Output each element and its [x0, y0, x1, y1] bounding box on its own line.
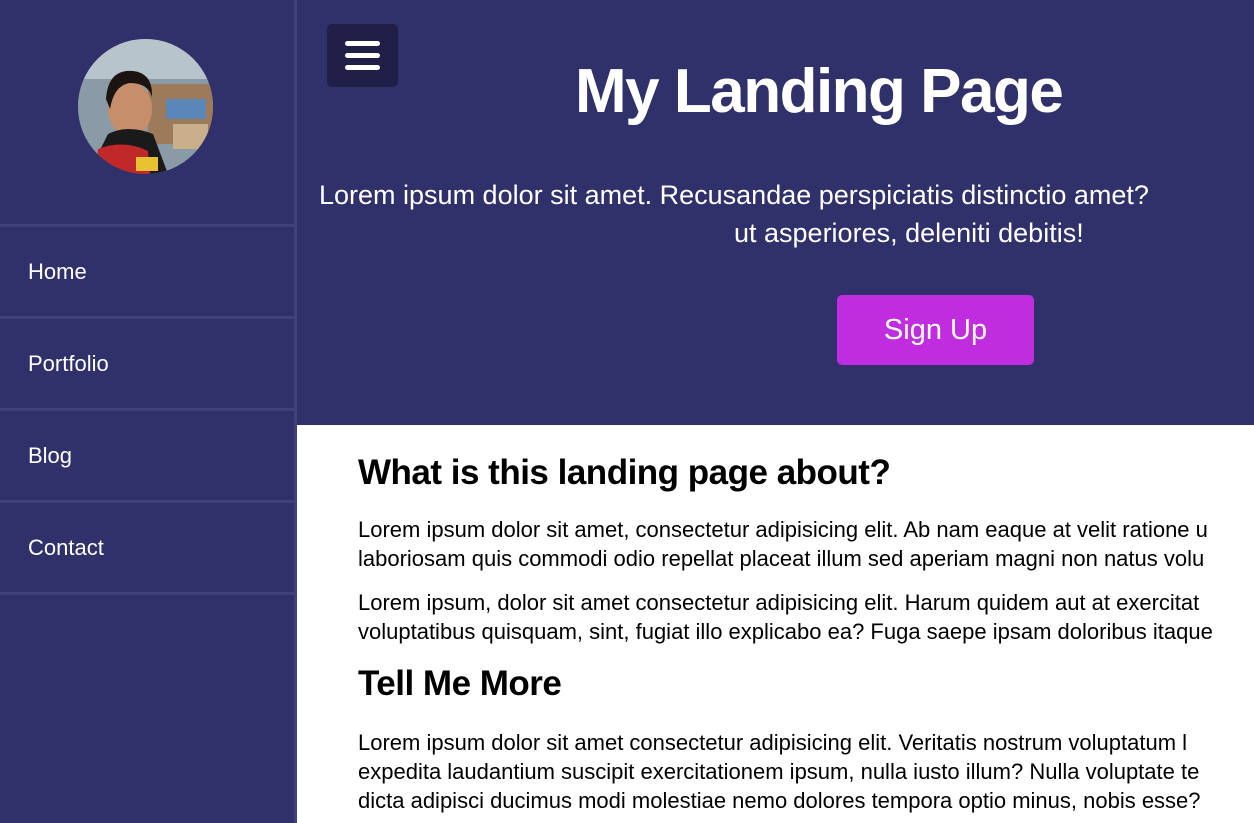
hero-text: Lorem ipsum dolor sit amet. Recusandae p… [319, 176, 1254, 252]
hero: My Landing Page Lorem ipsum dolor sit am… [297, 0, 1254, 425]
hamburger-menu-icon [345, 41, 380, 46]
sidebar-item-portfolio[interactable]: Portfolio [0, 316, 294, 408]
hamburger-menu-icon-bar [345, 65, 380, 70]
sign-up-button[interactable]: Sign Up [837, 295, 1034, 365]
sidebar: Home Portfolio Blog Contact [0, 0, 297, 823]
paragraph-line: Lorem ipsum dolor sit amet consectetur a… [358, 730, 1188, 755]
section-heading-about: What is this landing page about? [358, 453, 891, 492]
avatar-photo [78, 39, 213, 174]
hero-text-line2: ut asperiores, deleniti debitis! [734, 218, 1084, 248]
hero-text-line1: Lorem ipsum dolor sit amet. Recusandae p… [319, 180, 1149, 210]
avatar [78, 39, 213, 174]
paragraph-3: Lorem ipsum dolor sit amet consectetur a… [358, 728, 1201, 815]
sidebar-item-contact[interactable]: Contact [0, 500, 294, 595]
sidebar-item-blog[interactable]: Blog [0, 408, 294, 500]
paragraph-line: Lorem ipsum, dolor sit amet consectetur … [358, 590, 1200, 615]
paragraph-line: voluptatibus quisquam, sint, fugiat illo… [358, 619, 1213, 644]
paragraph-line: laboriosam quis commodi odio repellat pl… [358, 546, 1205, 571]
hamburger-menu-icon-bar [345, 53, 380, 58]
menu-button[interactable] [327, 24, 398, 87]
sidebar-item-home[interactable]: Home [0, 224, 294, 316]
paragraph-line: expedita laudantium suscipit exercitatio… [358, 759, 1200, 784]
section-heading-more: Tell Me More [358, 664, 562, 703]
sidebar-item-label: Home [28, 258, 87, 284]
paragraph-line: Lorem ipsum dolor sit amet, consectetur … [358, 517, 1208, 542]
sidebar-item-label: Blog [28, 442, 73, 468]
paragraph-1: Lorem ipsum dolor sit amet, consectetur … [358, 515, 1208, 573]
sidebar-item-label: Portfolio [28, 350, 109, 376]
page-title: My Landing Page [575, 57, 1064, 126]
paragraph-line: dicta adipisci ducimus modi molestiae ne… [358, 788, 1201, 813]
main-content: What is this landing page about? Lorem i… [358, 425, 1254, 823]
sidebar-item-label: Contact [28, 534, 104, 560]
sidebar-nav: Home Portfolio Blog Contact [0, 224, 294, 595]
paragraph-2: Lorem ipsum, dolor sit amet consectetur … [358, 588, 1213, 646]
page: Home Portfolio Blog Contact My Landing P… [0, 0, 1254, 823]
